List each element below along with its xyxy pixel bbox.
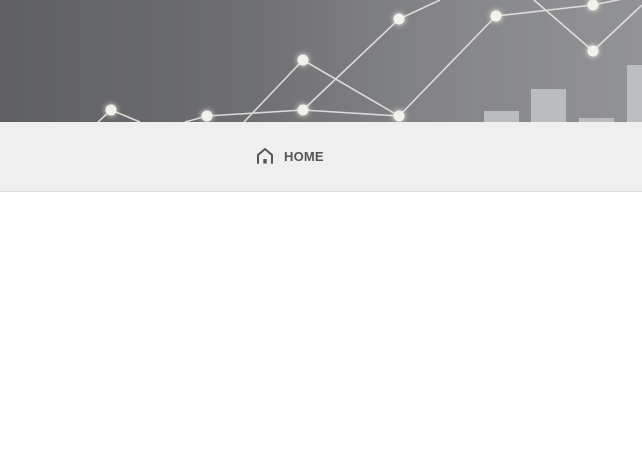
banner-graph-image xyxy=(97,0,642,122)
header-banner xyxy=(0,0,642,122)
home-icon xyxy=(255,146,275,166)
main-content xyxy=(0,192,642,458)
breadcrumb-bar: HOME xyxy=(0,122,642,192)
home-label: HOME xyxy=(284,148,324,164)
home-link[interactable]: HOME xyxy=(255,146,324,166)
page: HOME xyxy=(0,0,642,458)
